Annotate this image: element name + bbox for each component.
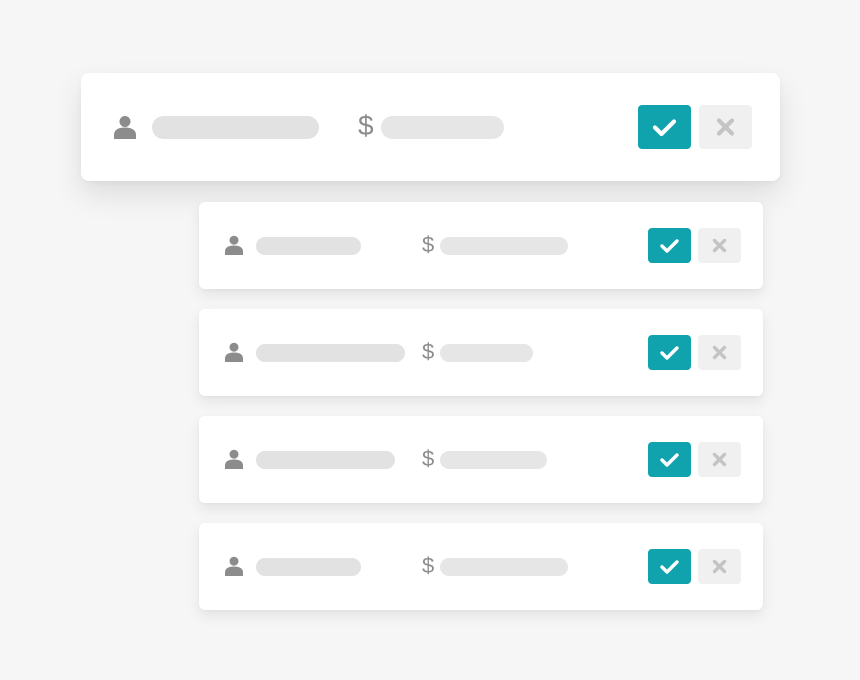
user-icon (225, 556, 243, 576)
user-icon (114, 115, 136, 139)
name-placeholder-bar (256, 344, 405, 362)
reject-button[interactable] (698, 442, 741, 477)
currency-symbol: $ (358, 110, 374, 141)
check-icon (660, 239, 679, 253)
user-icon (225, 235, 243, 255)
approval-card: $ (199, 202, 763, 289)
reject-button[interactable] (699, 105, 752, 149)
reject-button[interactable] (698, 335, 741, 370)
user-icon (225, 449, 243, 469)
check-icon (660, 560, 679, 574)
approve-button[interactable] (648, 442, 691, 477)
reject-button[interactable] (698, 228, 741, 263)
close-icon (712, 238, 727, 253)
close-icon (712, 345, 727, 360)
approve-button[interactable] (638, 105, 691, 149)
close-icon (716, 118, 735, 136)
approval-card: $ (199, 309, 763, 396)
approval-card-featured: $ (81, 73, 780, 181)
currency-symbol: $ (422, 232, 435, 257)
reject-button[interactable] (698, 549, 741, 584)
check-icon (652, 119, 677, 137)
approve-button[interactable] (648, 228, 691, 263)
name-placeholder-bar (152, 116, 319, 139)
amount-placeholder-bar (381, 116, 504, 139)
currency-symbol: $ (422, 553, 435, 578)
amount-placeholder-bar (440, 558, 568, 576)
amount-placeholder-bar (440, 237, 568, 255)
name-placeholder-bar (256, 451, 395, 469)
approve-button[interactable] (648, 335, 691, 370)
user-icon (225, 342, 243, 362)
check-icon (660, 453, 679, 467)
approve-button[interactable] (648, 549, 691, 584)
close-icon (712, 559, 727, 574)
currency-symbol: $ (422, 446, 435, 471)
amount-placeholder-bar (440, 451, 547, 469)
amount-placeholder-bar (440, 344, 533, 362)
check-icon (660, 346, 679, 360)
approval-card: $ (199, 416, 763, 503)
currency-symbol: $ (422, 339, 435, 364)
name-placeholder-bar (256, 237, 361, 255)
name-placeholder-bar (256, 558, 361, 576)
close-icon (712, 452, 727, 467)
approval-card: $ (199, 523, 763, 610)
